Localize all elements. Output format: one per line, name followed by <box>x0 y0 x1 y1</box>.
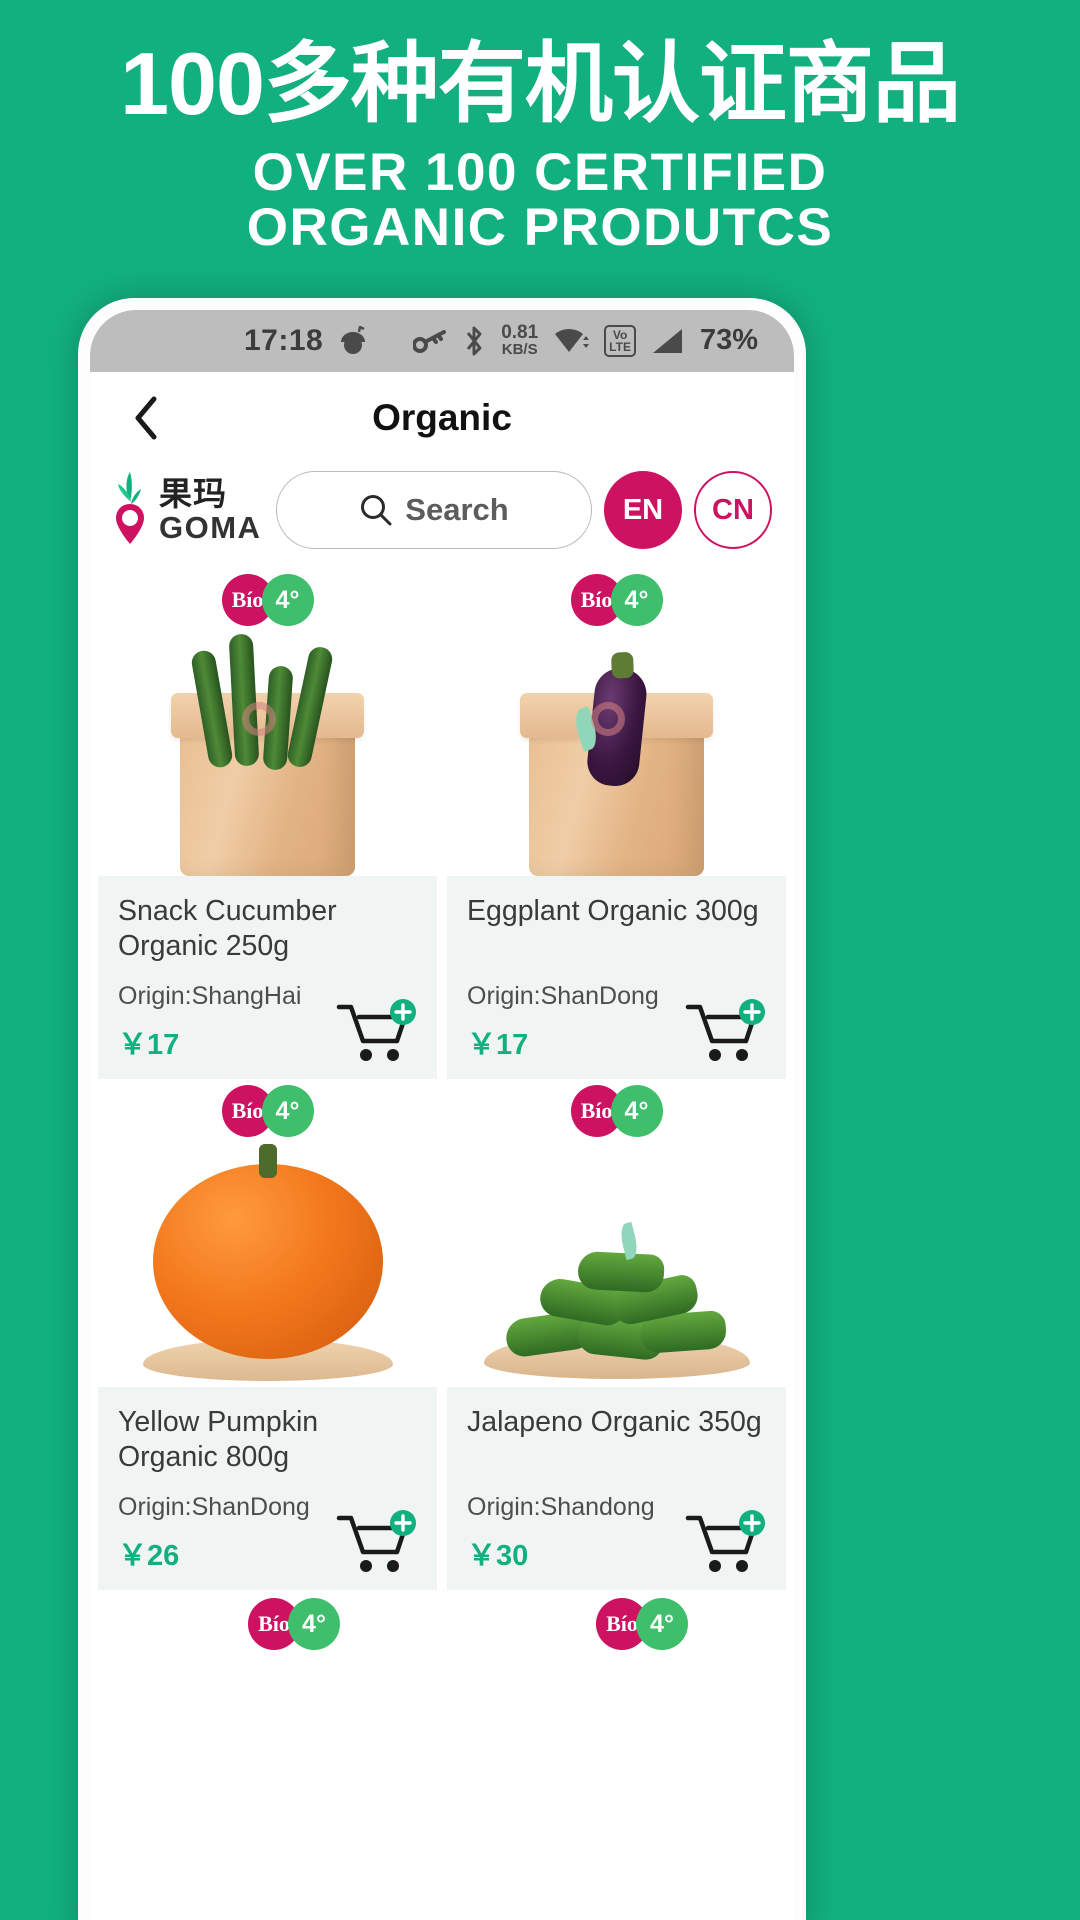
product-card[interactable]: Bío 4° Snack Cucumber Organic 250g Origi… <box>98 568 437 1079</box>
product-info: Yellow Pumpkin Organic 800g Origin:ShanD… <box>98 1387 437 1590</box>
language-button-en[interactable]: EN <box>604 471 682 549</box>
network-speed: 0.81 KB/S <box>501 323 538 358</box>
temperature-badge: 4° <box>261 1085 314 1137</box>
wifi-icon <box>553 326 590 356</box>
product-card[interactable]: Bío 4° Eggplant Organic 300g Origin:Shan… <box>447 568 786 1079</box>
brand-name-en: GOMA <box>159 510 262 545</box>
pumpkin-icon <box>152 1164 383 1359</box>
product-badges: Bío 4° <box>221 574 314 626</box>
product-info: Jalapeno Organic 350g Origin:Shandong ￥3… <box>447 1387 786 1590</box>
product-name: Yellow Pumpkin Organic 800g <box>118 1406 319 1473</box>
page-title: Organic <box>372 397 512 438</box>
language-switcher: EN CN <box>604 471 772 549</box>
battery-percent: 73% <box>699 324 758 357</box>
back-button[interactable] <box>124 396 168 440</box>
promo-subtitle: OVER 100 CERTIFIED ORGANIC PRODUTCS <box>247 146 833 255</box>
next-row-peek: Bío 4° Bío 4° <box>90 1590 794 1650</box>
shopping-cart-add-icon <box>336 1510 416 1572</box>
add-to-cart-button[interactable] <box>335 1510 419 1576</box>
search-icon <box>361 495 392 526</box>
language-button-cn[interactable]: CN <box>694 471 772 549</box>
promo-subtitle-line2: ORGANIC PRODUTCS <box>246 197 834 257</box>
add-to-cart-button[interactable] <box>684 999 768 1065</box>
paper-bag-icon <box>171 633 364 876</box>
brand-name-cn: 果玛 <box>159 474 227 513</box>
promo-headline-chinese: 100多种有机认证商品 <box>120 34 961 133</box>
bluetooth-icon <box>462 325 486 357</box>
product-name: Eggplant Organic 300g <box>467 895 759 927</box>
temperature-badge: 4° <box>288 1598 340 1650</box>
brand-logo[interactable]: 果玛 GOMA <box>112 470 264 550</box>
phone-mockup: 17:18 0.81 KB/S Vo LTE 73% Organic 果玛 GO… <box>78 298 806 1920</box>
status-bar-left: 17:18 <box>244 324 371 358</box>
product-grid: Bío 4° Snack Cucumber Organic 250g Origi… <box>90 568 794 1590</box>
app-bar: Organic <box>90 372 794 464</box>
brand-text: 果玛 GOMA <box>159 477 261 543</box>
network-speed-unit: KB/S <box>501 340 538 358</box>
signal-icon <box>651 327 685 355</box>
phone-screen: 17:18 0.81 KB/S Vo LTE 73% Organic 果玛 GO… <box>90 310 794 1920</box>
paper-bag-icon <box>520 665 713 876</box>
product-card[interactable]: Bío 4° Yellow Pumpkin Organic 800g Origi… <box>98 1079 437 1590</box>
product-name: Snack Cucumber Organic 250g <box>118 895 337 962</box>
jalapeno-group-icon <box>482 1221 752 1387</box>
key-icon <box>413 328 447 354</box>
promo-subtitle-line1: OVER 100 CERTIFIED <box>252 143 828 203</box>
product-badges: Bío 4° <box>248 1598 340 1650</box>
toolbar-row: 果玛 GOMA Search EN CN <box>90 464 794 568</box>
product-name: Jalapeno Organic 350g <box>467 1406 762 1438</box>
temperature-badge: 4° <box>610 574 663 626</box>
shopping-cart-add-icon <box>336 999 416 1061</box>
temperature-badge: 4° <box>261 574 314 626</box>
product-badges: Bío 4° <box>570 1085 663 1137</box>
add-to-cart-button[interactable] <box>335 999 419 1065</box>
product-card[interactable]: Bío 4° Jalapeno Organic 350g Origin:Shan… <box>447 1079 786 1590</box>
search-input[interactable]: Search <box>276 471 592 549</box>
promo-banner: 100多种有机认证商品 OVER 100 CERTIFIED ORGANIC P… <box>0 0 1080 300</box>
volte-bottom: LTE <box>609 339 631 354</box>
temperature-badge: 4° <box>610 1085 663 1137</box>
product-badges: Bío 4° <box>570 574 663 626</box>
status-time: 17:18 <box>244 324 324 357</box>
add-to-cart-button[interactable] <box>684 1510 768 1576</box>
notification-icon <box>337 326 371 356</box>
temperature-badge: 4° <box>636 1598 688 1650</box>
status-bar-right: 0.81 KB/S Vo LTE 73% <box>413 323 758 358</box>
product-badges: Bío 4° <box>221 1085 314 1137</box>
search-placeholder: Search <box>405 492 509 527</box>
status-bar: 17:18 0.81 KB/S Vo LTE 73% <box>90 310 794 372</box>
chevron-left-icon <box>135 396 157 440</box>
goma-logo-icon <box>112 470 152 550</box>
shopping-cart-add-icon <box>685 999 765 1061</box>
product-info: Snack Cucumber Organic 250g Origin:Shang… <box>98 876 437 1079</box>
product-info: Eggplant Organic 300g Origin:ShanDong ￥1… <box>447 876 786 1079</box>
product-badges: Bío 4° <box>596 1598 688 1650</box>
shopping-cart-add-icon <box>685 1510 765 1572</box>
volte-icon: Vo LTE <box>604 324 636 357</box>
